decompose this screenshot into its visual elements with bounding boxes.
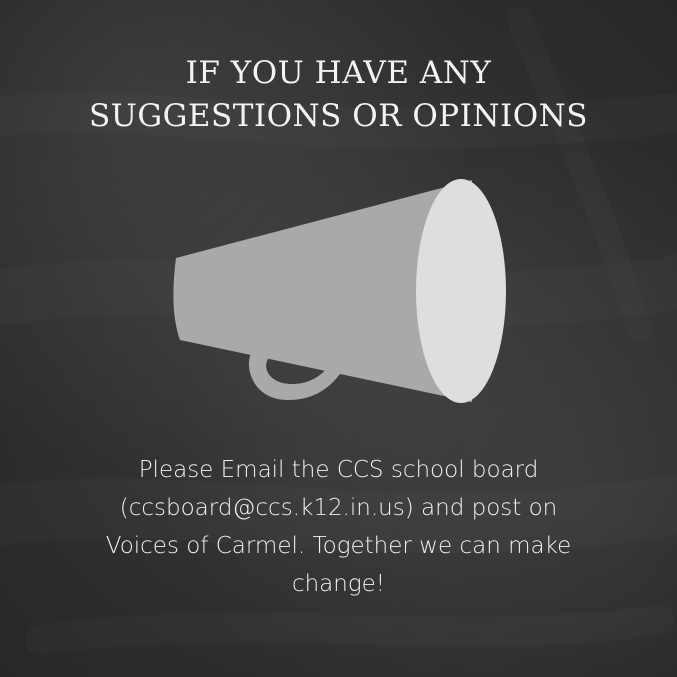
message-line-3: Voices of Carmel. Together we can make xyxy=(105,533,572,559)
megaphone-bell xyxy=(416,179,506,403)
chalkboard-graphic: IF YOU HAVE ANY SUGGESTIONS OR OPINIONS … xyxy=(0,0,677,677)
message-line-4: change! xyxy=(291,571,386,597)
message-line-2: (ccsboard@ccs.k12.in.us) and post on xyxy=(119,495,558,521)
page-heading: IF YOU HAVE ANY SUGGESTIONS OR OPINIONS xyxy=(0,52,677,138)
message-text: Please Email the CCS school board (ccsbo… xyxy=(60,451,617,603)
heading-line-2: SUGGESTIONS OR OPINIONS xyxy=(88,98,589,134)
message-line-1: Please Email the CCS school board xyxy=(138,457,539,483)
heading-line-1: IF YOU HAVE ANY xyxy=(185,55,492,91)
megaphone-icon xyxy=(173,179,506,403)
